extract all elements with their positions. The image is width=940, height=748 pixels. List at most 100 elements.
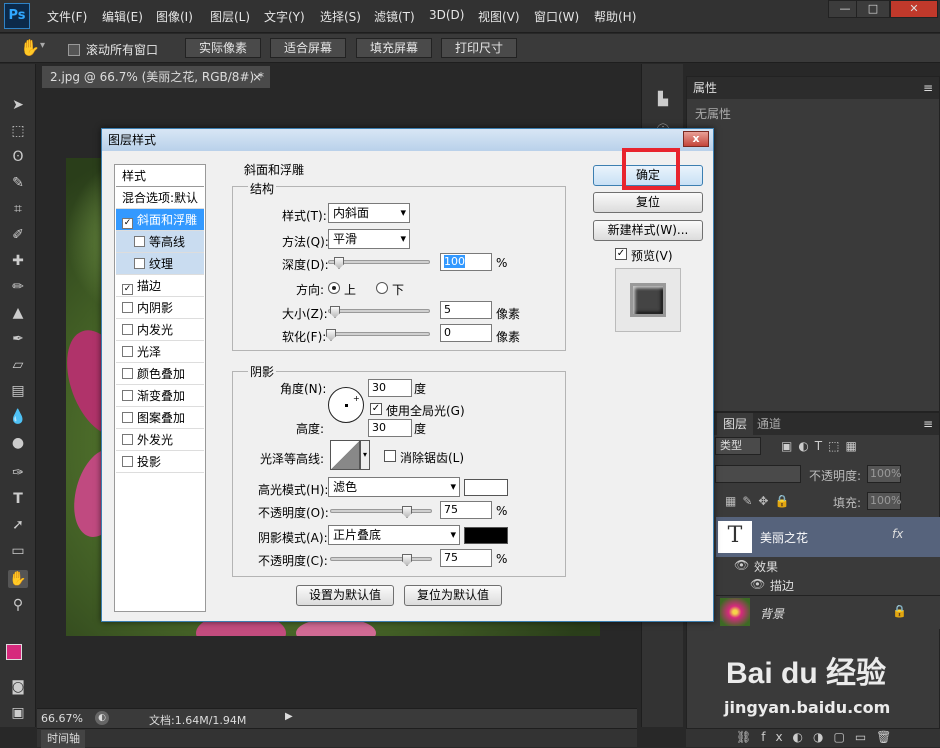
menu-filter[interactable]: 滤镜(T) xyxy=(374,8,415,25)
bevel-style-select[interactable]: 内斜面 xyxy=(328,203,410,223)
zoom-level[interactable]: 66.67% xyxy=(41,712,83,725)
pen-tool-icon[interactable]: ✑ xyxy=(8,464,28,482)
anti-alias-checkbox[interactable] xyxy=(384,450,396,462)
technique-select[interactable]: 平滑 xyxy=(328,229,410,249)
type-tool-icon[interactable]: T xyxy=(8,490,28,508)
style-item[interactable]: 纹理 xyxy=(116,253,204,275)
highlight-opacity-slider[interactable] xyxy=(330,509,432,513)
crop-tool-icon[interactable]: ⌗ xyxy=(8,200,28,218)
style-item-checkbox[interactable] xyxy=(122,434,133,445)
layer-filter-kind[interactable]: 类型 xyxy=(715,437,761,455)
menu-help[interactable]: 帮助(H) xyxy=(594,8,636,25)
style-item[interactable]: 投影 xyxy=(116,451,204,473)
layers-bottom-icons[interactable]: ⛓fx◐◑▢▭🗑 xyxy=(736,730,901,744)
style-item-checkbox[interactable]: ✓ xyxy=(122,218,133,229)
print-size-button[interactable]: 打印尺寸 xyxy=(441,38,517,58)
make-default-button[interactable]: 设置为默认值 xyxy=(296,585,394,606)
angle-dial[interactable]: + xyxy=(328,387,364,423)
lasso-tool-icon[interactable]: ʘ xyxy=(8,148,28,166)
layer-fx-icon[interactable]: fx xyxy=(892,527,903,541)
quick-select-tool-icon[interactable]: ✎ xyxy=(8,174,28,192)
style-item[interactable]: 图案叠加 xyxy=(116,407,204,429)
menu-3d[interactable]: 3D(D) xyxy=(429,8,464,22)
highlight-opacity-input[interactable]: 75 xyxy=(440,501,492,519)
shadow-opacity-input[interactable]: 75 xyxy=(440,549,492,567)
soften-slider[interactable] xyxy=(328,332,430,336)
screen-mode-icon[interactable]: ▣ xyxy=(8,704,28,722)
style-item[interactable]: 等高线 xyxy=(116,231,204,253)
channels-tab[interactable]: 通道 xyxy=(757,413,781,435)
preview-checkbox[interactable]: ✓ xyxy=(615,248,627,260)
healing-tool-icon[interactable]: ✚ xyxy=(8,252,28,270)
shadow-opacity-slider[interactable] xyxy=(330,557,432,561)
menu-edit[interactable]: 编辑(E) xyxy=(102,8,143,25)
zoom-tool-icon[interactable]: ⚲ xyxy=(8,596,28,614)
text-layer-name[interactable]: 美丽之花 xyxy=(760,529,808,546)
style-item-checkbox[interactable] xyxy=(122,456,133,467)
menu-select[interactable]: 选择(S) xyxy=(320,8,361,25)
opacity-input[interactable]: 100% xyxy=(867,465,901,483)
new-style-button[interactable]: 新建样式(W)... xyxy=(593,220,703,241)
style-item-checkbox[interactable] xyxy=(122,412,133,423)
fill-screen-button[interactable]: 填充屏幕 xyxy=(356,38,432,58)
gloss-contour-dropdown-icon[interactable]: ▾ xyxy=(360,440,370,470)
layers-menu-icon[interactable]: ≡ xyxy=(923,413,933,435)
eyedropper-tool-icon[interactable]: ✐ xyxy=(8,226,28,244)
history-panel-icon[interactable]: ▙ xyxy=(654,92,672,110)
marquee-tool-icon[interactable]: ⬚ xyxy=(8,122,28,140)
style-item-checkbox[interactable] xyxy=(122,368,133,379)
stamp-tool-icon[interactable]: ▲ xyxy=(8,304,28,322)
stroke-effect-row[interactable]: 👁 描边 xyxy=(716,576,940,595)
fill-input[interactable]: 100% xyxy=(867,492,901,510)
style-item-checkbox[interactable] xyxy=(122,390,133,401)
dodge-tool-icon[interactable]: ● xyxy=(8,434,28,452)
menu-layer[interactable]: 图层(L) xyxy=(210,8,250,25)
menu-file[interactable]: 文件(F) xyxy=(47,8,87,25)
eraser-tool-icon[interactable]: ▱ xyxy=(8,356,28,374)
style-item[interactable]: 颜色叠加 xyxy=(116,363,204,385)
tool-preset-chevron-icon[interactable]: ▾ xyxy=(40,40,45,51)
altitude-input[interactable]: 30 xyxy=(368,419,412,437)
status-menu-arrow-icon[interactable]: ▶ xyxy=(285,711,293,722)
quick-mask-icon[interactable]: ◙ xyxy=(8,678,28,696)
style-item[interactable]: 外发光 xyxy=(116,429,204,451)
size-input[interactable]: 5 xyxy=(440,301,492,319)
move-tool-icon[interactable]: ➤ xyxy=(8,96,28,114)
dialog-close-button[interactable]: x xyxy=(683,131,709,147)
soften-input[interactable]: 0 xyxy=(440,324,492,342)
style-item[interactable]: 渐变叠加 xyxy=(116,385,204,407)
style-item[interactable]: 内阴影 xyxy=(116,297,204,319)
blur-tool-icon[interactable]: 💧 xyxy=(8,408,28,426)
highlight-color-swatch[interactable] xyxy=(464,479,508,496)
stroke-visibility-eye-icon[interactable]: 👁 xyxy=(750,577,765,591)
layer-row-background[interactable]: 背景 🔒 xyxy=(716,595,940,629)
panel-menu-icon[interactable]: ≡ xyxy=(923,77,933,99)
layer-row-text[interactable]: T 美丽之花 fx xyxy=(716,517,940,557)
direction-up-radio[interactable] xyxy=(328,282,340,294)
menu-window[interactable]: 窗口(W) xyxy=(534,8,579,25)
layer-filter-icons[interactable]: ▣◐T⬚▦ xyxy=(781,439,863,453)
gradient-tool-icon[interactable]: ▤ xyxy=(8,382,28,400)
reset-default-button[interactable]: 复位为默认值 xyxy=(404,585,502,606)
layers-tab[interactable]: 图层 xyxy=(717,413,754,435)
shape-tool-icon[interactable]: ▭ xyxy=(8,542,28,560)
history-brush-icon[interactable]: ✒ xyxy=(8,330,28,348)
maximize-button[interactable]: □ xyxy=(856,0,890,18)
path-select-tool-icon[interactable]: ➚ xyxy=(8,516,28,534)
layer-effects-row[interactable]: 👁 效果 xyxy=(716,557,940,576)
scroll-all-checkbox[interactable] xyxy=(68,42,80,56)
shadow-color-swatch[interactable] xyxy=(464,527,508,544)
angle-input[interactable]: 30 xyxy=(368,379,412,397)
close-document-icon[interactable]: × xyxy=(252,66,262,88)
global-light-checkbox[interactable]: ✓ xyxy=(370,403,382,415)
hand-tool-icon[interactable]: ✋ xyxy=(20,38,40,57)
foreground-color-swatch[interactable] xyxy=(6,644,22,660)
shadow-mode-select[interactable]: 正片叠底 xyxy=(328,525,460,545)
size-slider[interactable] xyxy=(328,309,430,313)
style-item-checkbox[interactable] xyxy=(122,302,133,313)
actual-pixels-button[interactable]: 实际像素 xyxy=(185,38,261,58)
menu-view[interactable]: 视图(V) xyxy=(478,8,520,25)
hand-tool-active-icon[interactable]: ✋ xyxy=(8,570,28,588)
background-layer-name[interactable]: 背景 xyxy=(760,605,784,622)
highlight-mode-select[interactable]: 滤色 xyxy=(328,477,460,497)
